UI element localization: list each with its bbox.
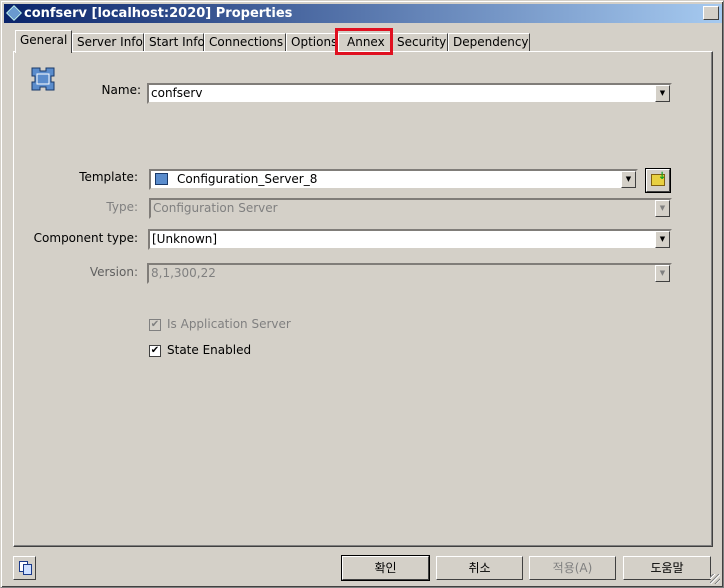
template-value: Configuration_Server_8 [177, 172, 318, 186]
version-combo: 8,1,300,22 ▼ [147, 263, 672, 284]
name-combo[interactable]: confserv ▼ [147, 83, 672, 104]
properties-window: confserv [localhost:2020] Properties Gen… [0, 0, 724, 588]
cancel-button[interactable]: 취소 [436, 556, 523, 580]
window-title: confserv [localhost:2020] Properties [24, 6, 293, 21]
arrow-down-icon: ↓ [658, 171, 667, 182]
is-application-server-checkbox: ✔ [149, 319, 161, 331]
version-value: 8,1,300,22 [151, 266, 216, 280]
annex-highlight-box [335, 28, 393, 55]
title-bar: confserv [localhost:2020] Properties [4, 4, 722, 23]
type-combo: Configuration Server ▼ [149, 198, 672, 219]
resize-grip[interactable] [710, 574, 720, 584]
chevron-down-icon[interactable]: ▼ [655, 231, 670, 248]
template-combo[interactable]: Configuration_Server_8 ▼ [149, 169, 638, 190]
tab-connections[interactable]: Connections [204, 33, 286, 52]
close-button[interactable] [703, 6, 719, 20]
tab-options[interactable]: Options [286, 33, 337, 52]
name-value: confserv [151, 86, 203, 100]
tab-security[interactable]: Security [392, 33, 448, 52]
general-panel [13, 51, 713, 547]
component-type-value: [Unknown] [152, 232, 218, 246]
tab-server-info[interactable]: Server Info [72, 33, 144, 52]
type-value: Configuration Server [153, 201, 278, 215]
browse-template-button[interactable]: ↓ [645, 168, 671, 193]
version-label: Version: [89, 265, 138, 279]
help-button[interactable]: 도움말 [623, 556, 711, 580]
tab-general[interactable]: General [15, 30, 72, 53]
chevron-down-icon: ▼ [655, 265, 670, 282]
app-icon [6, 5, 22, 21]
chevron-down-icon[interactable]: ▼ [655, 85, 670, 102]
ok-button[interactable]: 확인 [341, 555, 430, 581]
tab-start-info[interactable]: Start Info [144, 33, 205, 52]
template-icon [155, 173, 168, 185]
is-application-server-label: Is Application Server [167, 317, 291, 331]
apply-button: 적용(A) [529, 556, 616, 580]
state-enabled-label[interactable]: State Enabled [167, 343, 251, 357]
component-type-combo[interactable]: [Unknown] ▼ [148, 229, 672, 250]
chevron-down-icon[interactable]: ▼ [621, 171, 636, 188]
copy-icon-front [23, 564, 32, 575]
copy-button[interactable] [13, 556, 36, 580]
component-type-label: Component type: [33, 231, 138, 245]
template-label: Template: [79, 170, 138, 184]
name-label: Name: [101, 83, 141, 97]
tab-dependency[interactable]: Dependency [448, 33, 530, 52]
chevron-down-icon: ▼ [655, 200, 670, 217]
type-label: Type: [106, 200, 138, 214]
state-enabled-checkbox[interactable]: ✔ [149, 345, 161, 357]
